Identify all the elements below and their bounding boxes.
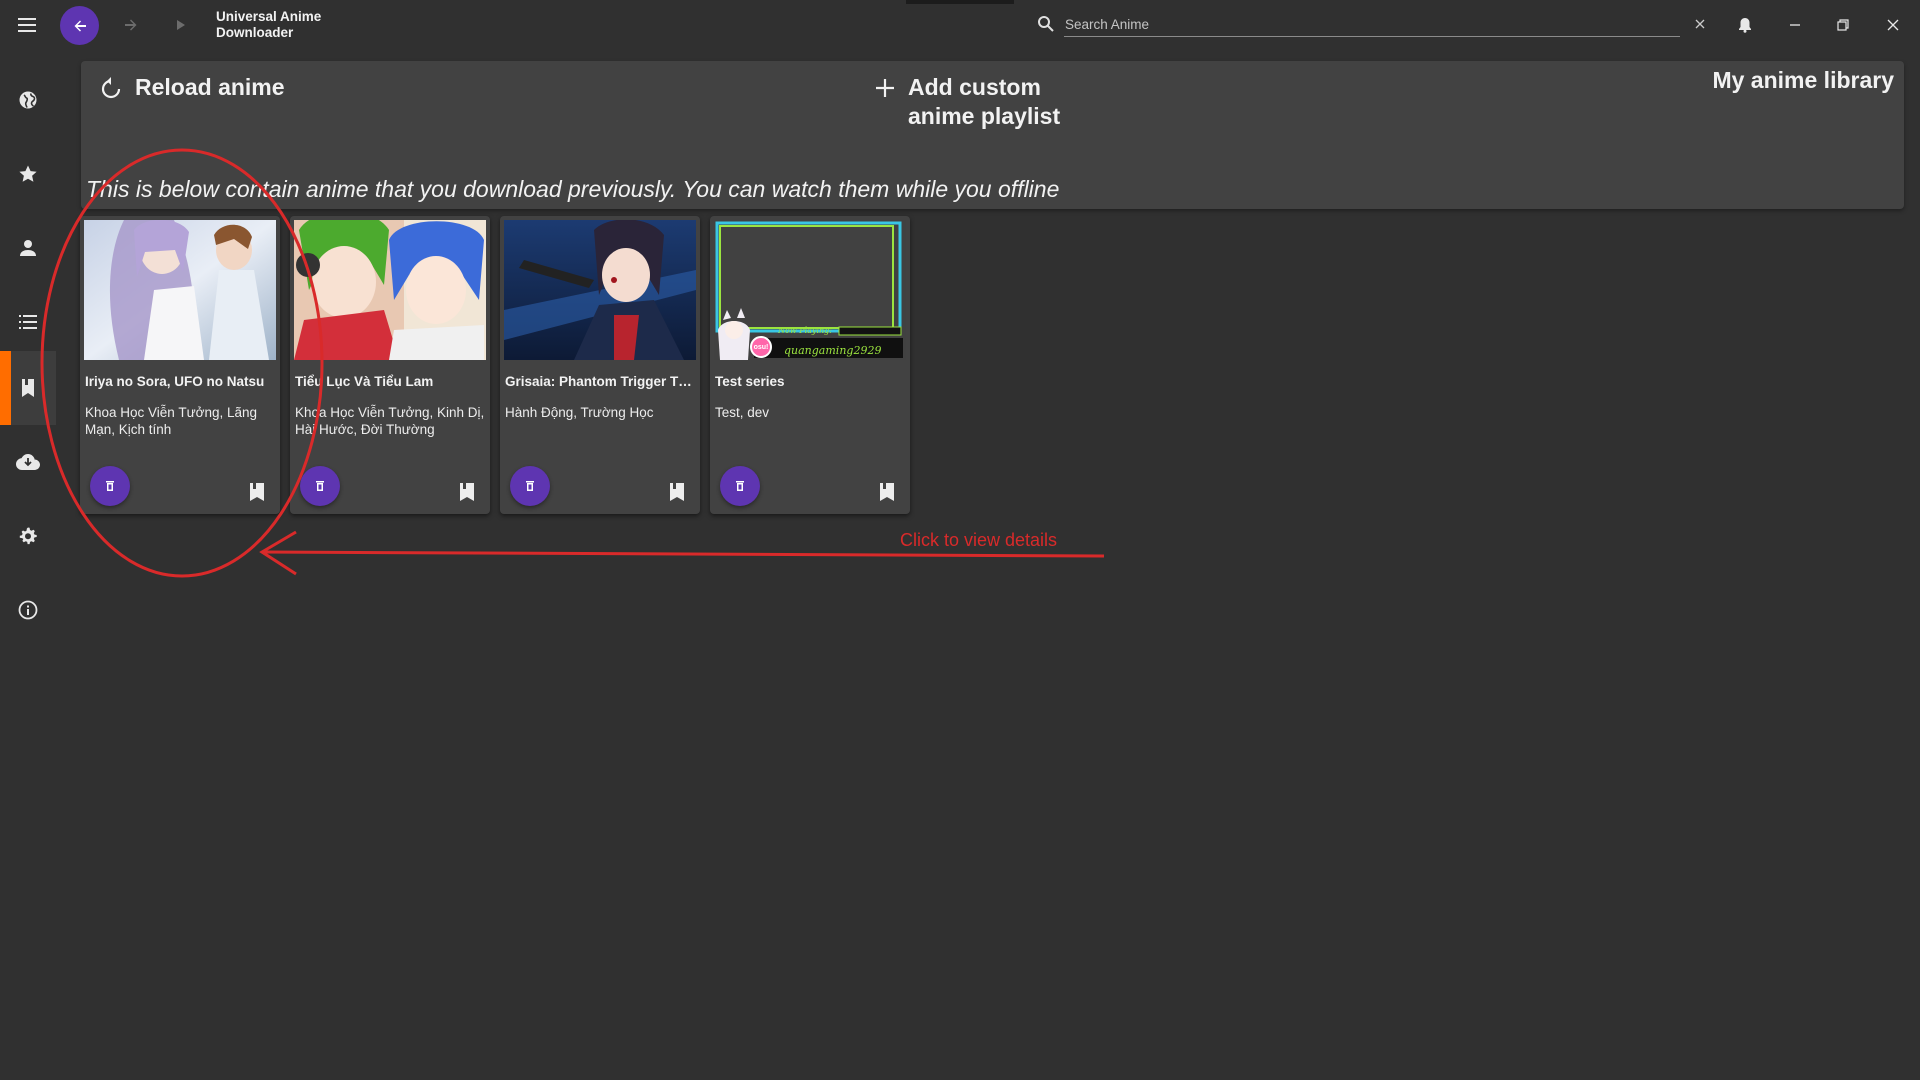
close-small-icon (1695, 19, 1705, 29)
delete-anime-button[interactable] (90, 466, 130, 506)
bookmark-button[interactable] (248, 481, 266, 503)
menu-button[interactable] (10, 10, 44, 40)
bookmark-icon (250, 483, 264, 501)
anime-cover-image (294, 220, 486, 360)
close-window-button[interactable] (1880, 12, 1906, 38)
gear-icon (19, 527, 37, 545)
plus-icon (876, 79, 894, 97)
anime-cover-image (504, 220, 696, 360)
bell-icon (1739, 18, 1751, 33)
globe-icon (19, 91, 37, 109)
anime-title: Iriya no Sora, UFO no Natsu (85, 374, 265, 389)
app-title: Universal Anime Downloader (216, 9, 322, 40)
bookmark-button[interactable] (878, 481, 896, 503)
nav-item-account[interactable] (0, 211, 56, 285)
anime-thumbnail[interactable] (294, 220, 486, 360)
notifications-button[interactable] (1732, 12, 1758, 38)
forward-button[interactable] (118, 10, 144, 40)
anime-card[interactable]: Iriya no Sora, UFO no Natsu Khoa Học Viễ… (80, 216, 280, 514)
star-icon (19, 165, 37, 182)
restore-icon (1837, 19, 1849, 31)
anime-genres: Khoa Học Viễn Tưởng, Kinh Dị, Hài Hước, … (295, 405, 485, 437)
nav-item-favorites[interactable] (0, 137, 56, 211)
search-icon (1038, 16, 1054, 32)
reload-anime-label: Reload anime (135, 74, 285, 100)
refresh-icon (101, 76, 121, 98)
delete-anime-button[interactable] (300, 466, 340, 506)
anime-title: Test series (715, 374, 785, 389)
nav-item-list[interactable] (0, 285, 56, 359)
navigation-rail (0, 50, 64, 1080)
arrow-back-icon (74, 20, 86, 31)
bookmark-button[interactable] (668, 481, 686, 503)
anime-title: Grisaia: Phantom Trigger Th... (505, 374, 695, 389)
anime-thumbnail[interactable] (84, 220, 276, 360)
anime-card[interactable]: Now Playing: quangaming2929 osu! Test se… (710, 216, 910, 514)
annotation-arrow-head (259, 530, 297, 576)
anime-thumbnail[interactable]: Now Playing: quangaming2929 osu! (714, 220, 906, 360)
annotation-arrow-line (261, 550, 1105, 558)
anime-genres: Khoa Học Viễn Tưởng, Lãng Mạn, Kịch tính (85, 405, 258, 437)
window-drag-handle[interactable] (906, 0, 1014, 4)
bookmark-icon (670, 483, 684, 501)
anime-card[interactable]: Grisaia: Phantom Trigger Th... Hành Động… (500, 216, 700, 514)
person-icon (20, 240, 36, 256)
stream-overlay-image (714, 220, 906, 360)
close-icon (1887, 19, 1899, 31)
page-title: My anime library (1712, 67, 1894, 93)
bookmark-icon (22, 379, 34, 397)
cloud-download-icon (16, 454, 40, 470)
trash-icon (106, 481, 114, 491)
minimize-icon (1790, 24, 1800, 26)
osu-logo: osu! (750, 336, 772, 358)
now-playing-text: Now Playing: (778, 326, 832, 335)
anime-genres: Test, dev (715, 405, 770, 420)
delete-anime-button[interactable] (510, 466, 550, 506)
add-custom-playlist-button[interactable]: Add custom anime playlist (874, 73, 1088, 131)
info-icon (18, 600, 38, 620)
anime-cover-image (84, 220, 276, 360)
library-description: This is below contain anime that you dow… (86, 176, 1060, 202)
list-icon (19, 315, 37, 329)
stream-username: quangaming2929 (784, 344, 882, 357)
anime-genres: Hành Động, Trường Học (505, 405, 654, 420)
nav-item-library[interactable] (0, 351, 56, 425)
nav-item-downloads[interactable] (0, 425, 56, 499)
play-icon (177, 20, 185, 30)
minimize-button[interactable] (1782, 12, 1808, 38)
bookmark-icon (880, 483, 894, 501)
trash-icon (526, 481, 534, 491)
osu-logo-text: osu! (753, 343, 769, 351)
bookmark-icon (460, 483, 474, 501)
anime-thumbnail[interactable] (504, 220, 696, 360)
anime-title: Tiểu Lục Và Tiểu Lam (295, 374, 434, 389)
anime-card[interactable]: Tiểu Lục Và Tiểu Lam Khoa Học Viễn Tưởng… (290, 216, 490, 514)
arrow-forward-icon (125, 19, 137, 31)
trash-icon (736, 481, 744, 491)
search-input[interactable] (1064, 12, 1680, 37)
bookmark-button[interactable] (458, 481, 476, 503)
annotation-text: Click to view details (900, 530, 1058, 550)
nav-item-settings[interactable] (0, 499, 56, 573)
title-bar: Universal Anime Downloader (0, 0, 1920, 50)
trash-icon (316, 481, 324, 491)
nav-item-explore[interactable] (0, 63, 56, 137)
reload-anime-button[interactable]: Reload anime (99, 74, 285, 101)
delete-anime-button[interactable] (720, 466, 760, 506)
menu-icon (18, 18, 36, 32)
add-custom-playlist-label: Add custom anime playlist (908, 74, 1061, 129)
library-header-panel: Reload anime Add custom anime playlist M… (81, 61, 1904, 209)
clear-search-button[interactable] (1688, 12, 1712, 36)
play-button[interactable] (168, 10, 194, 40)
nav-item-about[interactable] (0, 573, 56, 647)
restore-button[interactable] (1830, 12, 1856, 38)
back-button[interactable] (60, 6, 99, 45)
